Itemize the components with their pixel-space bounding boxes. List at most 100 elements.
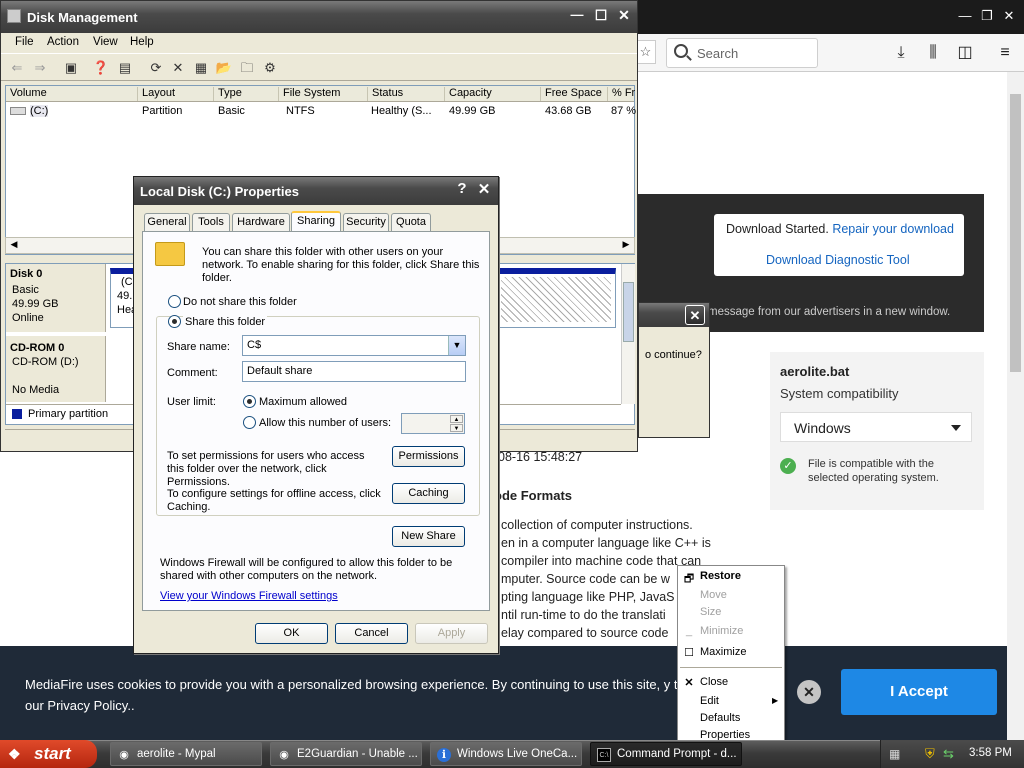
taskbar-item-command-prompt[interactable]: C:\ Command Prompt - d... — [590, 742, 742, 766]
minimize-icon[interactable]: — — [567, 7, 587, 27]
search-box[interactable]: Search — [666, 38, 818, 68]
maximize-icon[interactable]: ☐ — [591, 7, 611, 27]
properties-icon[interactable]: ▤ — [115, 58, 135, 78]
menu-item-edit[interactable]: Edit — [700, 695, 719, 707]
col-file-system[interactable]: File System — [278, 87, 340, 101]
tab-tools[interactable]: Tools — [192, 213, 230, 231]
share-name-field[interactable]: C$ ▼ — [242, 335, 466, 356]
menu-icon[interactable]: ≡ — [994, 42, 1016, 64]
menu-help[interactable]: Help — [130, 36, 154, 48]
col-layout[interactable]: Layout — [137, 87, 175, 101]
os-select[interactable]: Windows — [780, 412, 972, 442]
check-disk-icon[interactable]: ▦ — [191, 58, 211, 78]
vertical-scrollbar[interactable] — [621, 264, 635, 404]
tab-quota[interactable]: Quota — [391, 213, 431, 231]
refresh-icon[interactable]: ⟳ — [146, 58, 166, 78]
help-button[interactable]: ? — [452, 180, 472, 200]
tab-general[interactable]: General — [144, 213, 190, 231]
chevron-down-icon[interactable]: ▼ — [448, 336, 465, 355]
close-icon[interactable]: ✕ — [685, 305, 705, 325]
firewall-settings-link[interactable]: View your Windows Firewall settings — [160, 590, 338, 603]
security-shield-icon[interactable]: ⛨ — [925, 746, 935, 762]
caching-button[interactable]: Caching — [392, 483, 465, 504]
menu-action[interactable]: Action — [47, 36, 79, 48]
partition-hatch — [501, 277, 611, 322]
settings-icon[interactable]: ⚙ — [260, 58, 280, 78]
menu-item-defaults[interactable]: Defaults — [700, 712, 740, 724]
open-icon[interactable]: 📂 — [214, 58, 234, 78]
delete-icon[interactable]: ✕ — [168, 58, 188, 78]
permissions-text: To set permissions for users who access … — [167, 450, 365, 488]
console-tree-icon[interactable]: ▣ — [61, 58, 81, 78]
spin-down-icon[interactable]: ▼ — [450, 424, 463, 432]
user-count-spinner[interactable]: ▲ ▼ — [401, 413, 465, 434]
scroll-left-icon[interactable]: ◀ — [7, 239, 21, 252]
browser-icon: ◉ — [279, 749, 289, 761]
scroll-right-icon[interactable]: ▶ — [619, 239, 633, 252]
library-icon[interactable]: ⫼ — [922, 42, 944, 64]
taskbar-item-e2guardian[interactable]: ◉ E2Guardian - Unable ... — [270, 742, 422, 766]
disk-0-label[interactable]: Disk 0 Basic 49.99 GB Online — [6, 264, 106, 332]
network-icon[interactable]: ⇆ — [943, 746, 954, 762]
col-status[interactable]: Status — [367, 87, 403, 101]
restore-icon[interactable]: ❐ — [976, 6, 998, 26]
star-icon[interactable]: ☆ — [636, 40, 656, 64]
partition-size: 49. — [117, 290, 133, 302]
menu-item-maximize[interactable]: Maximize — [700, 646, 746, 658]
comment-field[interactable]: Default share — [242, 361, 466, 382]
help-topic-icon[interactable]: ❓ — [91, 58, 111, 78]
spin-up-icon[interactable]: ▲ — [450, 415, 463, 423]
col-percent-free[interactable]: % Fr — [607, 87, 635, 101]
comment-label: Comment: — [167, 367, 218, 379]
share-radio[interactable] — [168, 315, 181, 328]
partition-label: (C — [121, 276, 133, 288]
diagnostic-tool-link[interactable]: Download Diagnostic Tool — [766, 253, 910, 267]
menu-item-restore[interactable]: Restore — [700, 570, 741, 582]
allow-number-radio[interactable] — [243, 416, 256, 429]
ok-button[interactable]: OK — [255, 623, 328, 644]
cancel-button[interactable]: Cancel — [335, 623, 408, 644]
col-free-space[interactable]: Free Space — [540, 87, 602, 101]
menu-file[interactable]: File — [15, 36, 34, 48]
permissions-button[interactable]: Permissions — [392, 446, 465, 467]
new-share-button[interactable]: New Share — [392, 526, 465, 547]
menu-item-minimize[interactable]: Minimize — [700, 625, 743, 637]
properties-titlebar[interactable]: Local Disk (C:) Properties ? ✕ — [134, 177, 498, 205]
menu-bar: File Action View Help — [1, 33, 637, 53]
repair-download-link[interactable]: Repair your download — [832, 222, 954, 236]
col-volume[interactable]: Volume — [6, 87, 47, 101]
explore-icon[interactable]: 🗀 — [237, 58, 257, 78]
menu-item-move[interactable]: Move — [700, 589, 727, 601]
menu-view[interactable]: View — [93, 36, 118, 48]
menu-item-size[interactable]: Size — [700, 606, 721, 618]
tab-sharing[interactable]: Sharing — [291, 211, 341, 232]
forward-icon[interactable]: ⇒ — [30, 58, 50, 78]
no-share-radio[interactable] — [168, 295, 181, 308]
close-icon[interactable]: ✕ — [998, 6, 1020, 26]
start-button[interactable]: ❖ start — [0, 740, 97, 768]
close-icon[interactable]: ✕ — [474, 180, 494, 200]
file-info-card: aerolite.bat System compatibility Window… — [770, 352, 984, 510]
cdrom-label[interactable]: CD-ROM 0 CD-ROM (D:) No Media — [6, 336, 106, 402]
download-status-box: Download Started. Repair your download D… — [714, 214, 964, 276]
max-allowed-radio[interactable] — [243, 395, 256, 408]
col-type[interactable]: Type — [213, 87, 242, 101]
page-scrollbar[interactable] — [1007, 72, 1024, 740]
cookie-close-icon[interactable]: ✕ — [797, 680, 821, 704]
keyboard-icon[interactable]: ▦ — [889, 747, 900, 761]
tab-hardware[interactable]: Hardware — [232, 213, 290, 231]
close-icon[interactable]: ✕ — [614, 7, 634, 27]
taskbar-item-onecare[interactable]: ℹ Windows Live OneCa... — [430, 742, 582, 766]
taskbar-item-mypal[interactable]: ◉ aerolite - Mypal — [110, 742, 262, 766]
apply-button[interactable]: Apply — [415, 623, 488, 644]
accept-cookies-button[interactable]: I Accept — [841, 669, 997, 715]
back-icon[interactable]: ⇐ — [7, 58, 27, 78]
scroll-thumb[interactable] — [623, 282, 634, 342]
col-capacity[interactable]: Capacity — [444, 87, 492, 101]
menu-item-close[interactable]: Close — [700, 676, 728, 688]
tab-security[interactable]: Security — [343, 213, 389, 231]
sidebar-icon[interactable]: ◫ — [954, 42, 976, 64]
download-icon[interactable]: ⤓ — [890, 42, 912, 64]
minimize-icon[interactable]: — — [954, 6, 976, 26]
disk-management-titlebar[interactable]: Disk Management — ☐ ✕ — [1, 1, 637, 33]
